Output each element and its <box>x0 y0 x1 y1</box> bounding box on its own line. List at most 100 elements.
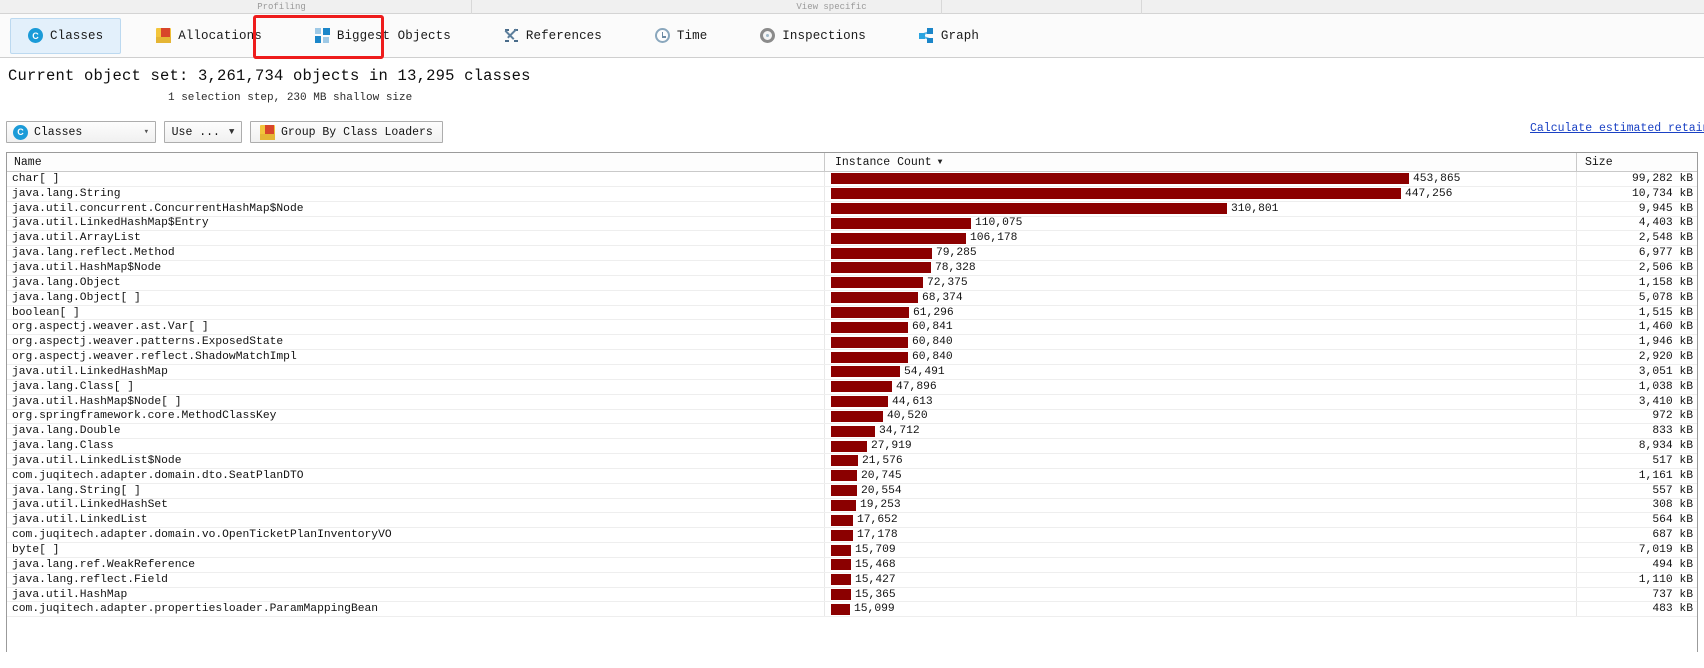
table-row[interactable]: java.lang.Class 27,919 8,934 kB <box>7 439 1697 455</box>
cell-instance-count: 72,375 <box>825 275 1577 290</box>
instance-count-label: 20,745 <box>861 469 902 482</box>
table-row[interactable]: java.lang.Class[ ] 47,896 1,038 kB <box>7 379 1697 395</box>
cell-size: 4,403 kB <box>1638 217 1693 230</box>
cell-size: 5,078 kB <box>1638 291 1693 304</box>
table-row[interactable]: java.util.LinkedHashMap 54,491 3,051 kB <box>7 364 1697 380</box>
table-row[interactable]: boolean[ ] 61,296 1,515 kB <box>7 305 1697 321</box>
table-row[interactable]: org.aspectj.weaver.ast.Var[ ] 60,841 1,460… <box>7 320 1697 336</box>
column-header-name[interactable]: Name <box>7 153 825 172</box>
instance-count-bar <box>831 277 923 289</box>
cell-class-name: java.lang.String <box>7 186 825 201</box>
menu-segment-view-specific[interactable]: View specific <box>722 0 942 14</box>
tab-biggest-objects-label: Biggest Objects <box>336 28 451 43</box>
tab-references[interactable]: References <box>486 18 620 54</box>
cell-instance-count: 60,840 <box>825 335 1577 350</box>
instance-count-bar <box>831 173 1409 185</box>
table-row[interactable]: com.juqitech.adapter.domain.dto.SeatPlan… <box>7 468 1697 484</box>
tab-graph[interactable]: Graph <box>901 18 997 54</box>
object-set-subline: 1 selection step, 230 MB shallow size <box>168 92 413 104</box>
table-row[interactable]: java.lang.Double 34,712 833 kB <box>7 424 1697 440</box>
cell-size: 483 kB <box>1652 603 1693 616</box>
cell-size: 494 kB <box>1652 558 1693 571</box>
table-row[interactable]: java.util.LinkedList$Node 21,576 517 kB <box>7 454 1697 469</box>
column-header-size[interactable]: Size <box>1577 153 1697 172</box>
table-row[interactable]: java.lang.reflect.Method 79,285 6,977 kB <box>7 246 1697 262</box>
table-row[interactable]: org.aspectj.weaver.patterns.ExposedState… <box>7 335 1697 351</box>
tab-classes-label: Classes <box>50 28 104 43</box>
table-row[interactable]: org.springframework.core.MethodClassKey 4… <box>7 409 1697 425</box>
cell-instance-count: 17,652 <box>825 513 1577 528</box>
table-row[interactable]: java.util.HashMap$Node[ ] 44,613 3,410 kB <box>7 394 1697 410</box>
table-row[interactable]: java.util.concurrent.ConcurrentHashMap$N… <box>7 201 1697 217</box>
cell-size: 3,410 kB <box>1638 395 1693 408</box>
table-row[interactable]: java.lang.String 447,256 10,734 kB <box>7 186 1697 202</box>
table-row[interactable]: java.util.LinkedHashMap$Entry 110,075 4,40… <box>7 216 1697 232</box>
cell-instance-count: 15,709 <box>825 543 1577 557</box>
table-row[interactable]: char[ ] 453,865 99,282 kB <box>7 172 1697 187</box>
table-row[interactable]: byte[ ] 15,709 7,019 kB <box>7 543 1697 558</box>
cell-class-name: java.util.ArrayList <box>7 231 825 246</box>
table-row[interactable]: java.util.ArrayList 106,178 2,548 kB <box>7 231 1697 247</box>
chevron-down-icon: ▼ <box>228 127 235 137</box>
table-row[interactable]: java.util.HashMap 15,365 737 kB <box>7 587 1697 603</box>
table-row[interactable]: org.aspectj.weaver.reflect.ShadowMatchIm… <box>7 350 1697 365</box>
table-row[interactable]: java.lang.String[ ] 20,554 557 kB <box>7 483 1697 499</box>
cell-size: 2,548 kB <box>1638 232 1693 245</box>
instance-count-label: 44,613 <box>892 395 933 408</box>
view-mode-select[interactable]: Classes ▾ <box>6 121 156 143</box>
menu-segment-profiling[interactable]: Profiling <box>92 0 472 14</box>
cell-class-name: char[ ] <box>7 172 825 186</box>
cell-instance-count: 17,178 <box>825 528 1577 543</box>
view-tab-bar: Classes Allocations Biggest Objects Refe… <box>0 14 1704 59</box>
instance-count-label: 78,328 <box>935 261 976 274</box>
cell-size: 972 kB <box>1652 410 1693 423</box>
instance-count-bar <box>831 603 850 615</box>
table-row[interactable]: com.juqitech.adapter.domain.vo.OpenTicke… <box>7 528 1697 544</box>
instance-count-label: 453,865 <box>1413 172 1461 185</box>
cell-class-name: java.lang.Class <box>7 439 825 454</box>
tab-allocations[interactable]: Allocations <box>138 18 280 54</box>
instance-count-label: 110,075 <box>975 217 1023 230</box>
table-row[interactable]: java.lang.ref.WeakReference 15,468 494 kB <box>7 557 1697 573</box>
use-dropdown-label: Use ... <box>171 125 220 139</box>
cell-size: 8,934 kB <box>1638 440 1693 453</box>
cell-instance-count: 27,919 <box>825 439 1577 454</box>
instance-count-bar <box>831 381 892 393</box>
instance-count-label: 19,253 <box>860 499 901 512</box>
tab-biggest-objects[interactable]: Biggest Objects <box>297 18 469 54</box>
instance-count-bar <box>831 396 888 408</box>
column-header-instance-count[interactable]: Instance Count ▼ <box>825 153 1577 172</box>
cell-class-name: java.lang.Object <box>7 275 825 290</box>
instance-count-bar <box>831 351 908 363</box>
instance-count-bar <box>831 589 851 601</box>
object-set-summary: Current object set: 3,261,734 objects in… <box>0 58 1704 104</box>
table-row[interactable]: java.util.HashMap$Node 78,328 2,506 kB <box>7 261 1697 276</box>
cell-size: 833 kB <box>1652 425 1693 438</box>
cell-class-name: java.lang.Object[ ] <box>7 290 825 305</box>
cell-instance-count: 310,801 <box>825 201 1577 216</box>
use-dropdown-button[interactable]: Use ... ▼ <box>164 121 242 143</box>
cell-size: 308 kB <box>1652 499 1693 512</box>
cell-size: 737 kB <box>1652 588 1693 601</box>
group-by-class-loaders-label: Group By Class Loaders <box>281 125 433 139</box>
group-by-class-loaders-button[interactable]: Group By Class Loaders <box>250 121 443 143</box>
cell-instance-count: 60,840 <box>825 350 1577 364</box>
tab-time[interactable]: Time <box>637 18 725 54</box>
table-row[interactable]: java.util.LinkedHashSet 19,253 308 kB <box>7 498 1697 514</box>
column-header-name-label: Name <box>14 156 42 169</box>
table-body: char[ ] 453,865 99,282 kB java.lang.String 4… <box>7 172 1697 618</box>
instance-count-label: 40,520 <box>887 410 928 423</box>
instance-count-label: 60,840 <box>912 351 953 364</box>
table-row[interactable]: java.lang.Object 72,375 1,158 kB <box>7 275 1697 291</box>
classes-icon <box>13 124 28 140</box>
cell-size: 687 kB <box>1652 529 1693 542</box>
calculate-retained-size-link[interactable]: Calculate estimated retained si <box>1530 122 1704 135</box>
table-row[interactable]: java.lang.reflect.Field 15,427 1,110 kB <box>7 572 1697 588</box>
allocations-icon <box>156 28 172 43</box>
tab-classes[interactable]: Classes <box>10 17 122 54</box>
table-row[interactable]: com.juqitech.adapter.propertiesloader.Pa… <box>7 602 1697 618</box>
tab-inspections[interactable]: Inspections <box>742 18 884 54</box>
table-row[interactable]: java.util.LinkedList 17,652 564 kB <box>7 513 1697 529</box>
table-row[interactable]: java.lang.Object[ ] 68,374 5,078 kB <box>7 290 1697 306</box>
cell-instance-count: 60,841 <box>825 320 1577 335</box>
